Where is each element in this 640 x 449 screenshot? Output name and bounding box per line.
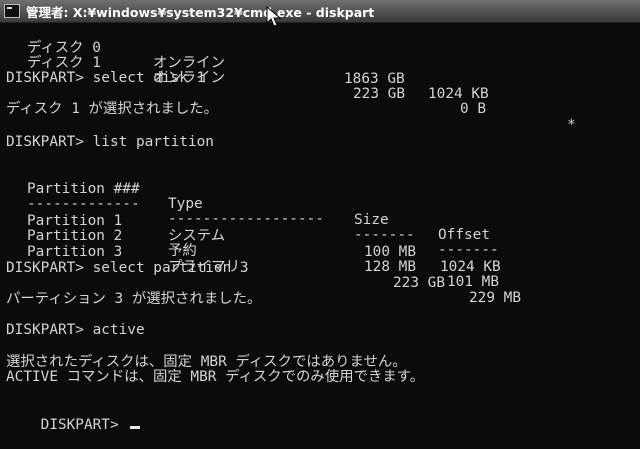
cmd-window-icon[interactable] — [4, 4, 20, 18]
text-cursor — [130, 425, 141, 429]
separator-partition: ------------- — [27, 195, 140, 212]
disk-free: 0 B — [460, 101, 486, 117]
command-list-partition: DISKPART> list partition — [6, 134, 214, 150]
command-active: DISKPART> active — [6, 322, 145, 338]
separator-size: ------- — [354, 226, 415, 243]
disk-size: 1863 GB — [344, 70, 405, 87]
message-partition-selected: パーティション 3 が選択されました。 — [6, 291, 262, 307]
separator-type: ------------------ — [168, 211, 324, 227]
partition-offset: 101 MB — [447, 274, 499, 290]
window-titlebar[interactable]: 管理者: X:¥windows¥system32¥cmd.exe - diskp… — [0, 0, 640, 23]
command-prompt-line[interactable]: DISKPART> — [6, 402, 141, 449]
command-select-disk: DISKPART> select disk 1 — [6, 70, 206, 86]
partition-size: 223 GB — [393, 274, 445, 291]
partition-offset: 229 MB — [469, 290, 521, 306]
partition-type: 予約 — [168, 243, 197, 259]
disk-row: ディスク 1 オンライン 223 GB 0 B * — [6, 40, 576, 149]
window-title: 管理者: X:¥windows¥system32¥cmd.exe - diskp… — [26, 4, 375, 20]
partition-name: Partition 3 — [27, 243, 123, 260]
error-message-line-2: ACTIVE コマンドは、固定 MBR ディスクでのみ使用できます。 — [6, 369, 425, 385]
partition-size: 100 MB — [364, 243, 416, 260]
partition-size: 128 MB — [364, 258, 416, 275]
partition-name: Partition 2 — [27, 227, 123, 244]
disk-name: ディスク 1 — [27, 54, 101, 71]
disk-gpt: * — [567, 116, 576, 133]
separator-offset: ------- — [438, 242, 499, 258]
console-output[interactable]: ディスク 0 オンライン 1863 GB 1024 KB ディスク 1 オンライ… — [0, 23, 640, 432]
header-partition: Partition ### — [27, 180, 140, 197]
partition-name: Partition 1 — [27, 212, 123, 229]
disk-size: 223 GB — [353, 85, 405, 102]
message-disk-selected: ディスク 1 が選択されました。 — [6, 101, 219, 117]
header-size: Size — [354, 211, 389, 228]
command-select-partition: DISKPART> select partition 3 — [6, 260, 249, 276]
